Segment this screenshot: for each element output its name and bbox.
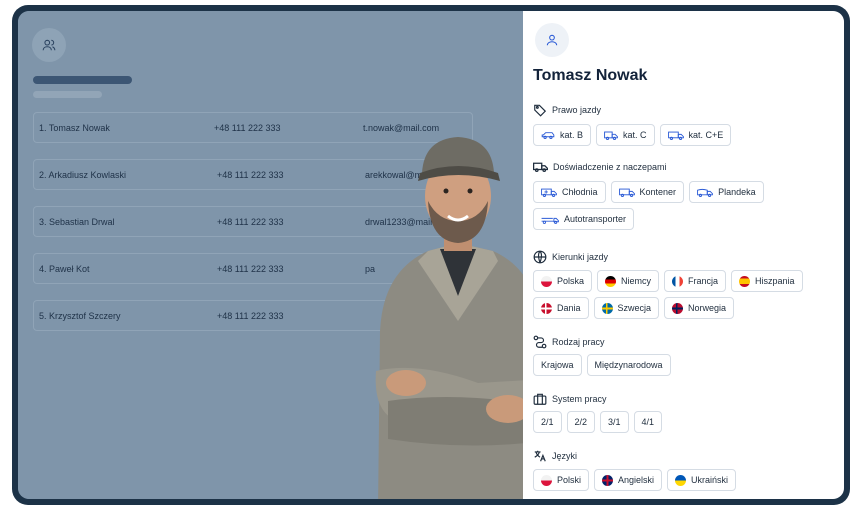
driver-phone: +48 111 222 333 [214, 123, 281, 133]
chip-license-c[interactable]: kat. C [596, 124, 655, 146]
license-section-title: Prawo jazdy [533, 103, 601, 117]
reefer-truck-icon [541, 188, 557, 197]
chip-license-ce[interactable]: kat. C+E [659, 124, 732, 146]
section-label: System pracy [552, 394, 607, 404]
chip-label: 4/1 [641, 417, 655, 427]
chip-label: Hiszpania [755, 276, 795, 286]
container-truck-icon [618, 188, 635, 197]
chip-lang-uk[interactable]: Ukraiński [667, 469, 737, 491]
chip-country-no[interactable]: Norwegia [664, 297, 735, 319]
chip-license-b[interactable]: kat. B [533, 124, 592, 146]
chip-lang-pl[interactable]: Polski [533, 469, 590, 491]
flag-poland-icon [541, 275, 552, 287]
flag-ukraine-icon [675, 474, 687, 486]
chip-label: Międzynarodowa [594, 360, 663, 370]
flag-denmark-icon [541, 302, 552, 314]
driver-phone: +48 111 222 333 [217, 217, 284, 227]
chip-label: Dania [557, 303, 581, 313]
flag-norway-icon [672, 302, 684, 314]
chip-country-es[interactable]: Hiszpania [731, 270, 803, 292]
driver-phone: +48 111 222 333 [217, 264, 284, 274]
chip-label: kat. C+E [688, 130, 724, 140]
work-system-section-title: System pracy [533, 392, 607, 406]
chip-label: 2/2 [574, 417, 588, 427]
title-placeholder [33, 76, 132, 84]
chip-label: Chłodnia [562, 187, 598, 197]
languages-section-title: Języki [533, 449, 577, 463]
chip-label: Ukraiński [691, 475, 729, 485]
briefcase-icon [533, 393, 547, 405]
subtitle-placeholder [33, 91, 102, 98]
car-carrier-icon [541, 217, 559, 224]
chip-label: Niemcy [621, 276, 652, 286]
route-icon [533, 335, 547, 349]
driver-name: 5. Krzysztof Szczery [39, 311, 121, 321]
chip-trailer-tarp[interactable]: Plandeka [689, 181, 764, 203]
driver-name: 4. Paweł Kot [39, 264, 90, 274]
section-label: Kierunki jazdy [552, 252, 609, 262]
app-frame: 1. Tomasz Nowak +48 111 222 333 t.nowak@… [12, 5, 850, 505]
chip-system-3-1[interactable]: 3/1 [600, 411, 629, 433]
section-label: Rodzaj pracy [552, 337, 605, 347]
user-icon [535, 23, 569, 57]
truck-icon [604, 131, 618, 140]
chip-system-4-1[interactable]: 4/1 [633, 411, 663, 433]
work-type-section-title: Rodzaj pracy [533, 335, 605, 349]
chip-label: Krajowa [541, 360, 574, 370]
driver-name: 1. Tomasz Nowak [39, 123, 110, 133]
chip-trailer-reefer[interactable]: Chłodnia [533, 181, 606, 203]
flag-spain-icon [739, 275, 751, 287]
chip-country-dk[interactable]: Dania [533, 297, 589, 319]
chip-country-de[interactable]: Niemcy [597, 270, 660, 292]
flag-poland-icon [541, 474, 552, 486]
driver-phone: +48 111 222 333 [217, 170, 284, 180]
chip-label: 2/1 [541, 417, 554, 427]
chip-lang-en[interactable]: Angielski [594, 469, 663, 491]
chip-work-domestic[interactable]: Krajowa [533, 354, 582, 376]
chip-label: Francja [688, 276, 719, 286]
semi-truck-icon [667, 131, 684, 140]
driver-phone: +48 111 222 333 [217, 311, 284, 321]
chip-label: Plandeka [718, 187, 756, 197]
flag-sweden-icon [601, 302, 613, 314]
section-label: Prawo jazdy [552, 105, 602, 115]
driver-name-title: Tomasz Nowak [533, 67, 648, 84]
app-window: 1. Tomasz Nowak +48 111 222 333 t.nowak@… [18, 11, 844, 499]
chip-label: Polska [557, 276, 585, 286]
chip-system-2-1[interactable]: 2/1 [533, 411, 562, 433]
flag-germany-icon [605, 275, 617, 287]
chip-country-se[interactable]: Szwecja [593, 297, 660, 319]
chip-trailer-car-carrier[interactable]: Autotransporter [533, 208, 635, 230]
driver-name: 2. Arkadiusz Kowlaski [39, 170, 127, 180]
users-icon [32, 28, 66, 62]
chip-country-pl[interactable]: Polska [533, 270, 593, 292]
chip-label: Polski [557, 475, 582, 485]
trailers-section-title: Doświadczenie z naczepami [533, 161, 667, 173]
chip-label: Szwecja [617, 303, 652, 313]
directions-section-title: Kierunki jazdy [533, 250, 608, 264]
chip-system-2-2[interactable]: 2/2 [566, 411, 596, 433]
chip-country-fr[interactable]: Francja [664, 270, 727, 292]
truck-icon [533, 162, 548, 172]
driver-name: 3. Sebastian Drwal [39, 217, 115, 227]
chip-work-international[interactable]: Międzynarodowa [586, 354, 671, 376]
chip-label: 3/1 [608, 417, 621, 427]
flag-uk-icon [602, 474, 614, 486]
chip-trailer-container[interactable]: Kontener [610, 181, 685, 203]
translate-icon [534, 450, 546, 462]
flag-france-icon [672, 275, 684, 287]
chip-label: Norwegia [688, 303, 727, 313]
chip-label: Autotransporter [564, 214, 627, 224]
driver-profile-panel: Tomasz Nowak Prawo jazdy kat. B kat. C k… [523, 11, 844, 499]
chip-label: kat. B [560, 130, 584, 140]
chip-label: Kontener [639, 187, 677, 197]
globe-icon [533, 250, 547, 264]
chip-label: kat. C [623, 130, 647, 140]
tag-icon [534, 104, 547, 117]
car-icon [541, 132, 555, 139]
tarp-truck-icon [697, 188, 713, 197]
section-label: Języki [552, 451, 578, 461]
chip-label: Angielski [618, 475, 655, 485]
section-label: Doświadczenie z naczepami [553, 162, 667, 172]
